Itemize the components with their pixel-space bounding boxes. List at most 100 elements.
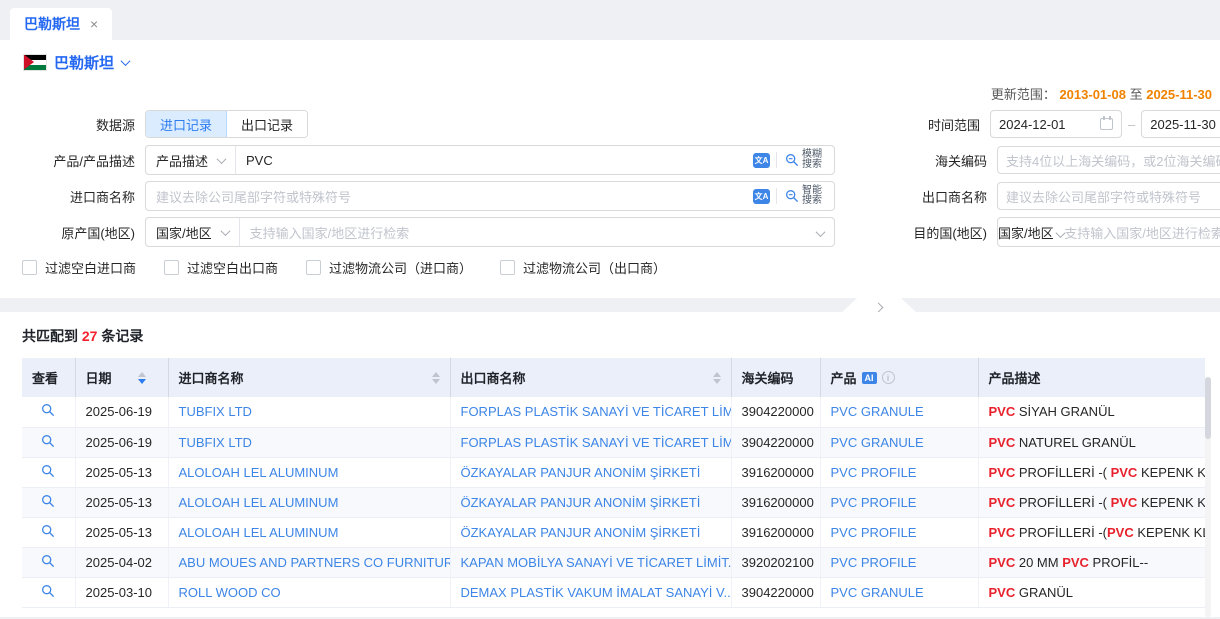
view-cell[interactable] [22,577,75,607]
view-record-icon[interactable] [41,464,55,478]
exporter-link[interactable]: ÖZKAYALAR PANJUR ANONİM ŞİRKETİ [461,465,701,480]
data-source-label: 数据源 [0,115,135,134]
translate-icon[interactable]: 文A [753,189,770,204]
product-cell: PVC GRANULE [820,427,978,457]
product-link[interactable]: PVC PROFILE [831,495,917,510]
exporter-link[interactable]: FORPLAS PLASTİK SANAYİ VE TİCARET LİMİ..… [461,404,732,419]
view-cell[interactable] [22,397,75,427]
importer-cell: ALOLOAH LEL ALUMINUM [168,487,450,517]
product-link[interactable]: PVC PROFILE [831,465,917,480]
palestine-flag-icon [24,55,46,70]
checkbox-icon[interactable] [306,260,321,275]
importer-link[interactable]: ALOLOAH LEL ALUMINUM [179,525,339,540]
exporter-link[interactable]: DEMAX PLASTİK VAKUM İMALAT SANAYİ V... [461,585,732,600]
importer-link[interactable]: ALOLOAH LEL ALUMINUM [179,495,339,510]
hs-code-input[interactable]: 支持4位以上海关编码，或2位海关编码加 [997,146,1220,174]
checkbox-icon[interactable] [22,260,37,275]
translate-icon[interactable]: 文A [753,153,770,168]
destination-country-label: 目的国(地区) [872,223,987,242]
country-tab[interactable]: 巴勒斯坦 × [10,8,112,40]
product-link[interactable]: PVC GRANULE [831,585,924,600]
description-cell: PVC SİYAH GRANÜL [978,397,1205,427]
filter-logistics-importer-checkbox[interactable]: 过滤物流公司（进口商） [306,258,472,277]
view-cell[interactable] [22,547,75,577]
view-record-icon[interactable] [41,524,55,538]
col-exporter[interactable]: 出口商名称 [450,358,731,397]
destination-country-select[interactable]: 国家/地区 [998,223,1064,242]
view-record-icon[interactable] [41,584,55,598]
exporter-link[interactable]: ÖZKAYALAR PANJUR ANONİM ŞİRKETİ [461,495,701,510]
results-table: 查看 日期 进口商名称 出口商名称 海关编码 [22,358,1205,608]
hs-code-cell: 3904220000 [731,427,820,457]
chevron-down-icon[interactable] [121,56,131,66]
col-date[interactable]: 日期 [75,358,168,397]
product-link[interactable]: PVC GRANULE [831,404,924,419]
date-cell: 2025-05-13 [75,457,168,487]
importer-name-input[interactable]: 建议去除公司尾部字符或特殊符号 [146,187,753,206]
product-link[interactable]: PVC PROFILE [831,555,917,570]
col-importer[interactable]: 进口商名称 [168,358,450,397]
import-records-tab[interactable]: 进口记录 [146,111,227,137]
exporter-link[interactable]: FORPLAS PLASTİK SANAYİ VE TİCARET LİMİ..… [461,435,732,450]
origin-country-select[interactable]: 国家/地区 [146,218,240,246]
hs-code-cell: 3904220000 [731,397,820,427]
data-source-segmented: 进口记录 出口记录 [145,110,308,138]
tab-close-icon[interactable]: × [90,16,98,32]
importer-link[interactable]: ROLL WOOD CO [179,585,281,600]
view-record-icon[interactable] [41,403,55,417]
hs-code-cell: 3916200000 [731,457,820,487]
chevron-down-icon[interactable] [816,227,826,237]
exporter-name-input[interactable]: 建议去除公司尾部字符或特殊符号 [997,182,1220,210]
exporter-link[interactable]: KAPAN MOBİLYA SANAYİ VE TİCARET LİMİT... [461,555,732,570]
time-range-label: 时间范围 [865,115,980,134]
export-records-tab[interactable]: 出口记录 [227,111,307,137]
view-cell[interactable] [22,427,75,457]
hs-code-cell: 3916200000 [731,517,820,547]
checkbox-icon[interactable] [500,260,515,275]
product-search-input[interactable]: PVC [236,153,753,168]
start-date-input[interactable]: 2024-12-01 [990,110,1122,138]
importer-link[interactable]: ABU MOUES AND PARTNERS CO FURNITURE [179,555,451,570]
scrollbar-thumb[interactable] [1205,377,1211,439]
fuzzy-search-button[interactable]: 模糊搜索 [783,150,828,170]
country-header: 巴勒斯坦 [0,40,1220,84]
destination-country-input[interactable]: 支持输入国家/地区进行检索 [1064,223,1220,242]
product-link[interactable]: PVC PROFILE [831,525,917,540]
description-cell: PVC 20 MM PVC PROFİL-- [978,547,1205,577]
filter-blank-importer-checkbox[interactable]: 过滤空白进口商 [22,258,136,277]
importer-link[interactable]: TUBFIX LTD [179,435,252,450]
date-cell: 2025-03-10 [75,577,168,607]
importer-cell: ALOLOAH LEL ALUMINUM [168,517,450,547]
product-type-select[interactable]: 产品描述 [146,146,236,174]
vertical-scrollbar[interactable] [1205,377,1211,617]
col-description: 产品描述 [978,358,1205,397]
sort-icon [138,372,146,384]
exporter-link[interactable]: ÖZKAYALAR PANJUR ANONİM ŞİRKETİ [461,525,701,540]
window-tab-bar: 巴勒斯坦 × [0,0,1220,40]
date-cell: 2025-06-19 [75,427,168,457]
search-form-panel: 更新范围： 2013-01-08 至 2025-11-30 数据源 进口记录 出… [0,84,1220,298]
origin-country-group: 国家/地区 支持输入国家/地区进行检索 [145,217,835,247]
view-record-icon[interactable] [41,494,55,508]
results-panel: 共匹配到 27 条记录 查看 日期 进口商名称 出 [0,312,1220,617]
country-title[interactable]: 巴勒斯坦 [54,52,114,73]
end-date-input[interactable]: 2025-11-30 [1141,110,1220,138]
view-cell[interactable] [22,457,75,487]
info-icon[interactable]: i [882,371,895,384]
table-row: 2025-06-19 TUBFIX LTD FORPLAS PLASTİK SANA… [22,427,1205,457]
view-cell[interactable] [22,487,75,517]
origin-country-input[interactable]: 支持输入国家/地区进行检索 [240,223,817,242]
importer-link[interactable]: TUBFIX LTD [179,404,252,419]
product-cell: PVC PROFILE [820,517,978,547]
product-link[interactable]: PVC GRANULE [831,435,924,450]
filter-logistics-exporter-checkbox[interactable]: 过滤物流公司（出口商） [500,258,666,277]
view-cell[interactable] [22,517,75,547]
importer-link[interactable]: ALOLOAH LEL ALUMINUM [179,465,339,480]
checkbox-icon[interactable] [164,260,179,275]
view-record-icon[interactable] [41,554,55,568]
filter-blank-exporter-checkbox[interactable]: 过滤空白出口商 [164,258,278,277]
importer-cell: ROLL WOOD CO [168,577,450,607]
product-cell: PVC GRANULE [820,577,978,607]
smart-search-button[interactable]: 智能搜索 [783,186,828,206]
view-record-icon[interactable] [41,434,55,448]
